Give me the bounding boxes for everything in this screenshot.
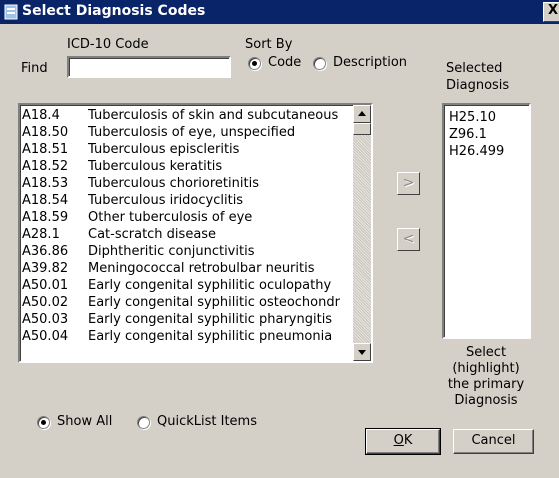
quicklist-radio[interactable] xyxy=(137,416,150,429)
description-cell: Meningococcal retrobulbar neuritis xyxy=(88,261,315,276)
scroll-up-arrow-icon xyxy=(358,111,366,116)
primary-diagnosis-hint: Select (highlight) the primary Diagnosis xyxy=(436,345,536,409)
hint-line: Diagnosis xyxy=(454,393,518,408)
show-all-radio[interactable] xyxy=(37,416,50,429)
code-list-item[interactable]: A36.86 Diphtheritic conjunctivitis xyxy=(22,243,353,260)
code-cell: A39.82 xyxy=(22,261,69,276)
cancel-button[interactable]: Cancel xyxy=(453,429,534,454)
selected-diagnosis-item[interactable]: H25.10 xyxy=(449,109,504,126)
sort-code-radio[interactable] xyxy=(248,57,261,70)
add-arrow-icon: > xyxy=(402,175,415,191)
description-cell: Diphtheritic conjunctivitis xyxy=(88,244,255,259)
sort-description-label[interactable]: Description xyxy=(333,55,407,70)
code-cell: A28.1 xyxy=(22,227,60,242)
ok-mnemonic: O xyxy=(393,433,404,448)
code-cell: A36.86 xyxy=(22,244,69,259)
code-list-item[interactable]: A50.02 Early congenital syphilitic osteoc… xyxy=(22,294,353,311)
description-cell: Cat-scratch disease xyxy=(88,227,217,242)
code-cell: A18.59 xyxy=(22,210,69,225)
list-scrollbar[interactable] xyxy=(353,105,371,361)
description-cell: Tuberculous iridocyclitis xyxy=(88,193,244,208)
description-cell: Tuberculous keratitis xyxy=(88,159,223,174)
show-all-label[interactable]: Show All xyxy=(57,414,112,429)
code-cell: A18.51 xyxy=(22,142,69,157)
window-icon xyxy=(4,4,18,20)
code-list-item[interactable]: A18.53 Tuberculous chorioretinitis xyxy=(22,175,353,192)
code-list-item[interactable]: A18.59 Other tuberculosis of eye xyxy=(22,209,353,226)
hint-line: Select xyxy=(465,345,507,360)
scroll-down-button[interactable] xyxy=(353,343,371,361)
description-cell: Tuberculosis of skin and subcutaneous xyxy=(88,108,339,123)
selected-diagnosis-list[interactable]: H25.10 Z96.1 H26.499 xyxy=(442,103,531,339)
close-button[interactable]: X xyxy=(543,2,559,22)
window-title: Select Diagnosis Codes xyxy=(22,3,206,19)
selected-diagnosis-item[interactable]: H26.499 xyxy=(449,143,504,160)
find-label: Find xyxy=(21,61,48,76)
code-list-item[interactable]: A18.52 Tuberculous keratitis xyxy=(22,158,353,175)
description-cell: Early congenital syphilitic oculopathy xyxy=(88,278,332,293)
code-cell: A18.52 xyxy=(22,159,69,174)
selected-rows: H25.10 Z96.1 H26.499 xyxy=(449,109,504,160)
scroll-down-arrow-icon xyxy=(358,350,366,355)
icd10-code-label: ICD-10 Code xyxy=(67,37,149,52)
remove-arrow-icon: < xyxy=(402,231,415,247)
code-list-item[interactable]: A50.01 Early congenital syphilitic oculop… xyxy=(22,277,353,294)
code-cell: A50.04 xyxy=(22,329,69,344)
remove-diagnosis-button[interactable]: < xyxy=(397,228,420,251)
code-list-item[interactable]: A18.51 Tuberculous episcleritis xyxy=(22,141,353,158)
code-list-item[interactable]: A39.82 Meningococcal retrobulbar neuritis xyxy=(22,260,353,277)
sort-description-radio[interactable] xyxy=(313,57,326,70)
hint-line: the primary xyxy=(447,377,525,392)
selected-diagnosis-label-1: Selected xyxy=(446,61,503,76)
ok-button[interactable]: OK xyxy=(365,428,441,455)
sort-by-label: Sort By xyxy=(245,37,293,52)
description-cell: Other tuberculosis of eye xyxy=(88,210,253,225)
close-icon: X xyxy=(547,3,559,18)
selected-diagnosis-item[interactable]: Z96.1 xyxy=(449,126,504,143)
code-list-rows: A18.4 Tuberculosis of skin and subcutaneo… xyxy=(22,107,353,345)
description-cell: Tuberculosis of eye, unspecified xyxy=(88,125,296,140)
ok-label-rest: K xyxy=(403,433,413,448)
title-bar: Select Diagnosis Codes X xyxy=(0,0,559,24)
selected-diagnosis-label-2: Diagnosis xyxy=(446,78,510,93)
add-diagnosis-button[interactable]: > xyxy=(397,172,420,195)
code-list-item[interactable]: A18.50 Tuberculosis of eye, unspecified xyxy=(22,124,353,141)
diagnosis-code-list[interactable]: A18.4 Tuberculosis of skin and subcutaneo… xyxy=(18,103,373,363)
scroll-thumb[interactable] xyxy=(353,123,371,135)
sort-code-label[interactable]: Code xyxy=(268,55,301,70)
description-cell: Tuberculous chorioretinitis xyxy=(88,176,259,191)
code-list-item[interactable]: A18.54 Tuberculous iridocyclitis xyxy=(22,192,353,209)
find-input[interactable] xyxy=(67,56,231,78)
code-cell: A18.4 xyxy=(22,108,60,123)
description-cell: Early congenital syphilitic pharyngitis xyxy=(88,312,333,327)
scroll-up-button[interactable] xyxy=(353,105,371,123)
code-list-item[interactable]: A50.03 Early congenital syphilitic pharyn… xyxy=(22,311,353,328)
code-cell: A18.50 xyxy=(22,125,69,140)
code-list-item[interactable]: A18.4 Tuberculosis of skin and subcutaneo… xyxy=(22,107,353,124)
code-list-item[interactable]: A28.1 Cat-scratch disease xyxy=(22,226,353,243)
hint-line: (highlight) xyxy=(452,361,520,376)
code-cell: A18.53 xyxy=(22,176,69,191)
description-cell: Tuberculous episcleritis xyxy=(88,142,240,157)
code-cell: A18.54 xyxy=(22,193,69,208)
code-cell: A50.01 xyxy=(22,278,69,293)
code-cell: A50.03 xyxy=(22,312,69,327)
code-cell: A50.02 xyxy=(22,295,69,310)
quicklist-label[interactable]: QuickList Items xyxy=(157,414,257,429)
code-list-item[interactable]: A50.04 Early congenital syphilitic pneumo… xyxy=(22,328,353,345)
description-cell: Early congenital syphilitic osteochondr xyxy=(88,295,340,310)
description-cell: Early congenital syphilitic pneumonia xyxy=(88,329,333,344)
